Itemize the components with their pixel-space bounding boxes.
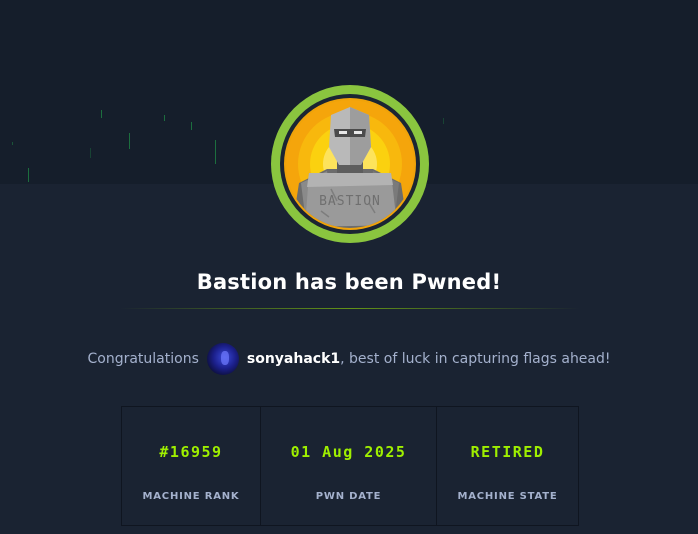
machine-badge-icon: BASTION bbox=[271, 85, 429, 243]
matrix-rain-line bbox=[101, 110, 102, 118]
matrix-rain-line bbox=[215, 140, 216, 164]
stat-pwn-date: 01 Aug 2025 PWN DATE bbox=[261, 407, 437, 525]
matrix-rain-line bbox=[129, 133, 130, 149]
matrix-rain-line bbox=[191, 122, 192, 130]
matrix-rain-line bbox=[164, 115, 165, 121]
matrix-rain-line bbox=[12, 142, 13, 145]
matrix-rain-line bbox=[443, 118, 444, 124]
page-title: Bastion has been Pwned! bbox=[196, 270, 502, 294]
stat-label: MACHINE STATE bbox=[457, 491, 558, 502]
stat-machine-rank: #16959 MACHINE RANK bbox=[122, 407, 261, 525]
stat-value: #16959 bbox=[159, 443, 223, 461]
congratulations-message: Congratulations sonyahack1 , best of luc… bbox=[0, 341, 698, 377]
stat-machine-state: RETIRED MACHINE STATE bbox=[437, 407, 578, 525]
matrix-rain-line bbox=[90, 148, 91, 158]
matrix-rain-line bbox=[28, 168, 29, 182]
user-avatar[interactable] bbox=[206, 343, 239, 375]
username-link[interactable]: sonyahack1 bbox=[247, 351, 340, 367]
congrats-suffix: , best of luck in capturing flags ahead! bbox=[340, 351, 611, 367]
title-divider bbox=[120, 308, 580, 309]
stat-value: RETIRED bbox=[470, 443, 545, 461]
stat-label: MACHINE RANK bbox=[142, 491, 240, 502]
machine-stats: #16959 MACHINE RANK 01 Aug 2025 PWN DATE… bbox=[121, 406, 579, 526]
stat-value: 01 Aug 2025 bbox=[290, 443, 407, 461]
stat-label: PWN DATE bbox=[315, 491, 382, 502]
congrats-prefix: Congratulations bbox=[87, 351, 199, 367]
badge-text: BASTION bbox=[319, 194, 381, 209]
